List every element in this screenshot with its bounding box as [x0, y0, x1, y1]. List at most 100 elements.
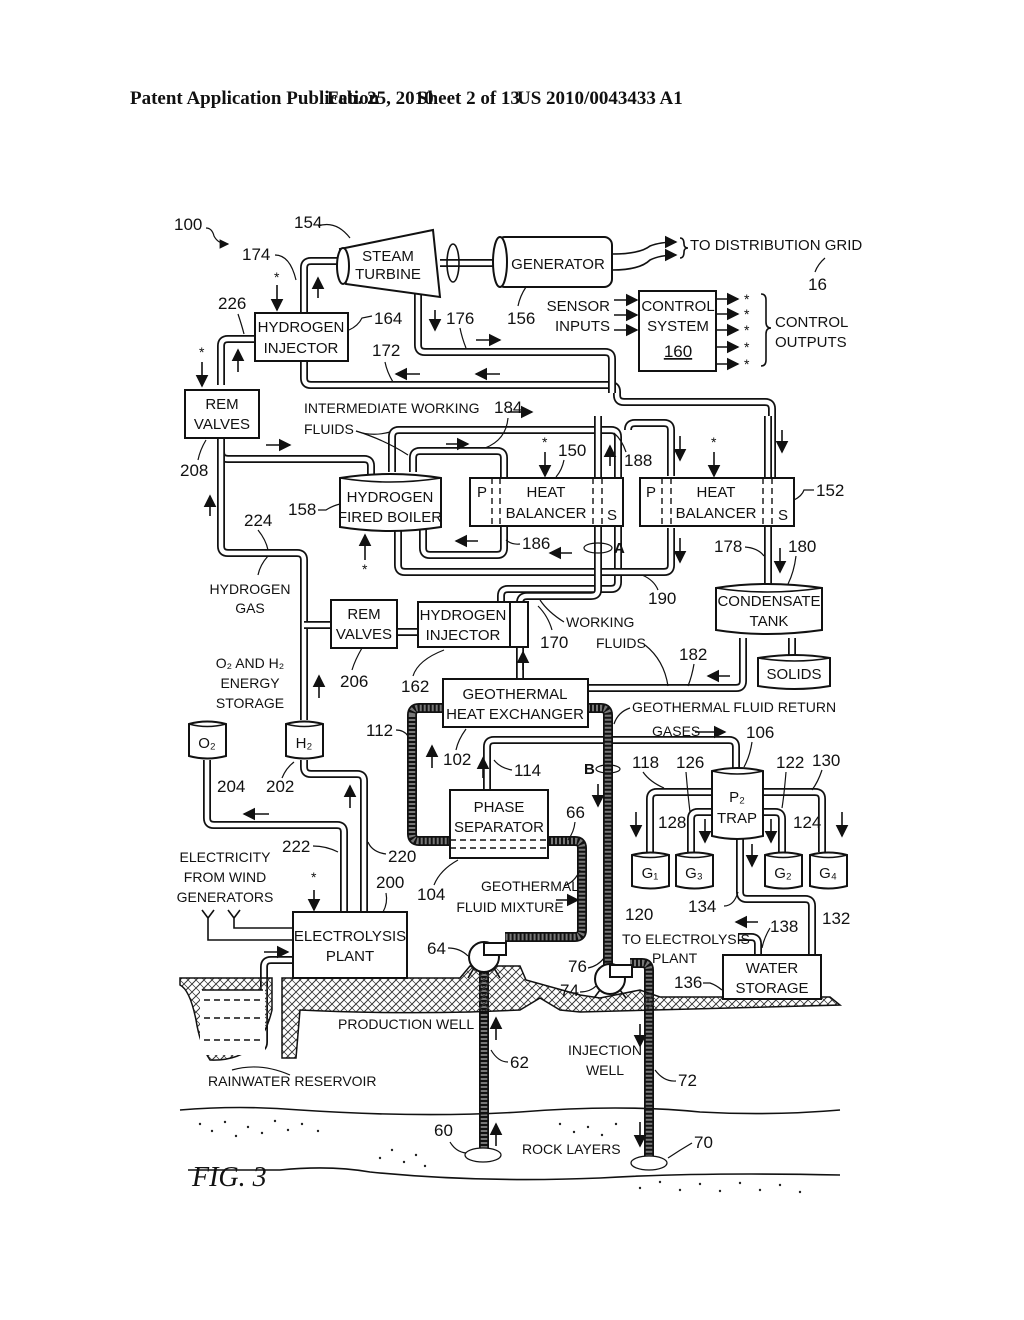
ref-158: 158	[288, 500, 316, 519]
geo-hx-label-2: HEAT EXCHANGER	[446, 706, 584, 723]
electricity-label-3: GENERATORS	[177, 889, 274, 905]
svg-text:*: *	[311, 869, 317, 885]
control-outputs-label-2: OUTPUTS	[775, 334, 847, 351]
ref-64: 64	[427, 939, 446, 958]
energy-storage-label-2: ENERGY	[220, 675, 280, 691]
ref-180: 180	[788, 537, 816, 556]
g2-tank: G₂	[764, 851, 803, 890]
injector-port	[509, 601, 529, 648]
steam-turbine: STEAM TURBINE	[336, 228, 442, 299]
electricity-label: ELECTRICITY	[179, 849, 271, 865]
water-storage-label: WATER	[746, 960, 799, 977]
ref-174: 174	[242, 245, 270, 264]
hydrogen-injector-label-2: INJECTOR	[426, 627, 501, 644]
injection-well-label-2: WELL	[586, 1062, 624, 1078]
ref-76: 76	[568, 957, 587, 976]
rem-valves-label-2: VALVES	[336, 626, 392, 643]
ref-134: 134	[688, 897, 716, 916]
ref-170: 170	[540, 633, 568, 652]
gases-label: GASES	[652, 723, 700, 739]
ref-62: 62	[510, 1053, 529, 1072]
control-system-label-2: SYSTEM	[647, 318, 709, 335]
ref-208: 208	[180, 461, 208, 480]
control-system: CONTROL SYSTEM 160	[638, 290, 717, 372]
ref-120: 120	[625, 905, 653, 924]
ref-202: 202	[266, 777, 294, 796]
ref-164: 164	[374, 309, 402, 328]
g4-tank: G₄	[809, 851, 848, 890]
electrolysis-plant: ELECTROLYSIS PLANT	[292, 911, 408, 979]
ref-222: 222	[282, 837, 310, 856]
control-output-arrows	[716, 292, 740, 371]
sensor-input-arrows	[614, 293, 639, 337]
ref-60: 60	[434, 1121, 453, 1140]
energy-storage-label: O₂ AND H₂	[216, 655, 284, 671]
rainwater-reservoir-label: RAINWATER RESERVOIR	[208, 1073, 377, 1089]
steam-turbine-label: STEAM	[362, 248, 414, 265]
ref-72: 72	[678, 1071, 697, 1090]
distribution-grid-label: TO DISTRIBUTION GRID	[690, 237, 862, 254]
rock-layers-label: ROCK LAYERS	[522, 1141, 621, 1157]
g2-label: G₂	[774, 865, 792, 882]
svg-text:*: *	[744, 291, 750, 307]
heat-balancer-label-2: BALANCER	[506, 505, 587, 522]
generator: GENERATOR	[492, 236, 613, 288]
h2-tank-label: H₂	[296, 735, 313, 752]
rem-valves-top: REM VALVES	[184, 389, 260, 439]
working-fluids-label: WORKING	[566, 614, 634, 630]
h2-tank: H₂	[285, 720, 324, 760]
ref-220: 220	[388, 847, 416, 866]
steam-turbine-label-2: TURBINE	[355, 266, 421, 283]
g3-tank: G₃	[675, 851, 714, 890]
intermediate-fluids-label: INTERMEDIATE WORKING	[304, 400, 480, 416]
section-mark-a: A	[614, 540, 625, 557]
ref-160: 160	[664, 342, 692, 361]
geo-return-label: GEOTHERMAL FLUID RETURN	[632, 699, 836, 715]
g3-label: G₃	[685, 865, 703, 882]
hydrogen-gas-label-2: GAS	[235, 600, 265, 616]
ref-136: 136	[674, 973, 702, 992]
wind-input-line	[201, 909, 293, 941]
hydrogen-injector-label: HYDROGEN	[420, 607, 507, 624]
intermediate-fluids-label-2: FLUIDS	[304, 421, 354, 437]
control-system-label: CONTROL	[641, 298, 714, 315]
heat-balancer-label: HEAT	[527, 484, 566, 501]
svg-text:*: *	[744, 322, 750, 338]
ref-16: 16	[808, 275, 827, 294]
figure-label: FIG. 3	[191, 1162, 267, 1193]
ref-176: 176	[446, 309, 474, 328]
generator-label: GENERATOR	[511, 256, 605, 273]
ref-150: 150	[558, 441, 586, 460]
grid-output-line	[611, 235, 678, 255]
section-mark-b: B	[584, 761, 595, 778]
ref-138: 138	[770, 917, 798, 936]
ref-172: 172	[372, 341, 400, 360]
rem-valves-label: REM	[205, 396, 238, 413]
svg-text:*: *	[744, 306, 750, 322]
grid-output-line	[611, 248, 678, 271]
to-electrolysis-label-2: PLANT	[652, 950, 698, 966]
ref-152: 152	[816, 481, 844, 500]
hydrogen-gas-label: HYDROGEN	[210, 581, 291, 597]
production-well-label: PRODUCTION WELL	[338, 1016, 474, 1032]
brace	[760, 293, 772, 367]
ref-114: 114	[514, 761, 541, 780]
ref-178: 178	[714, 537, 742, 556]
g1-tank: G₁	[631, 851, 670, 890]
ref-204: 204	[217, 777, 245, 796]
ref-224: 224	[244, 511, 272, 530]
ref-156-label: 156	[507, 309, 535, 328]
trap-label: P₂	[729, 789, 745, 806]
phase-separator-label-2: SEPARATOR	[454, 819, 544, 836]
ref-162: 162	[401, 677, 429, 696]
ref-106: 106	[746, 723, 774, 742]
o2-tank-label: O₂	[198, 735, 216, 752]
boiler-label-2: FIRED BOILER	[338, 509, 442, 526]
svg-text:*: *	[711, 434, 717, 450]
ref-226: 226	[218, 294, 246, 313]
ref-112: 112	[366, 721, 393, 740]
svg-text:*: *	[362, 561, 368, 577]
rem-valves-label-2: VALVES	[194, 416, 250, 433]
condensate-tank-label: CONDENSATE	[717, 593, 820, 610]
geothermal-system-diagram: STEAM TURBINE GENERATOR TO DISTRIBUTION …	[174, 213, 862, 1194]
